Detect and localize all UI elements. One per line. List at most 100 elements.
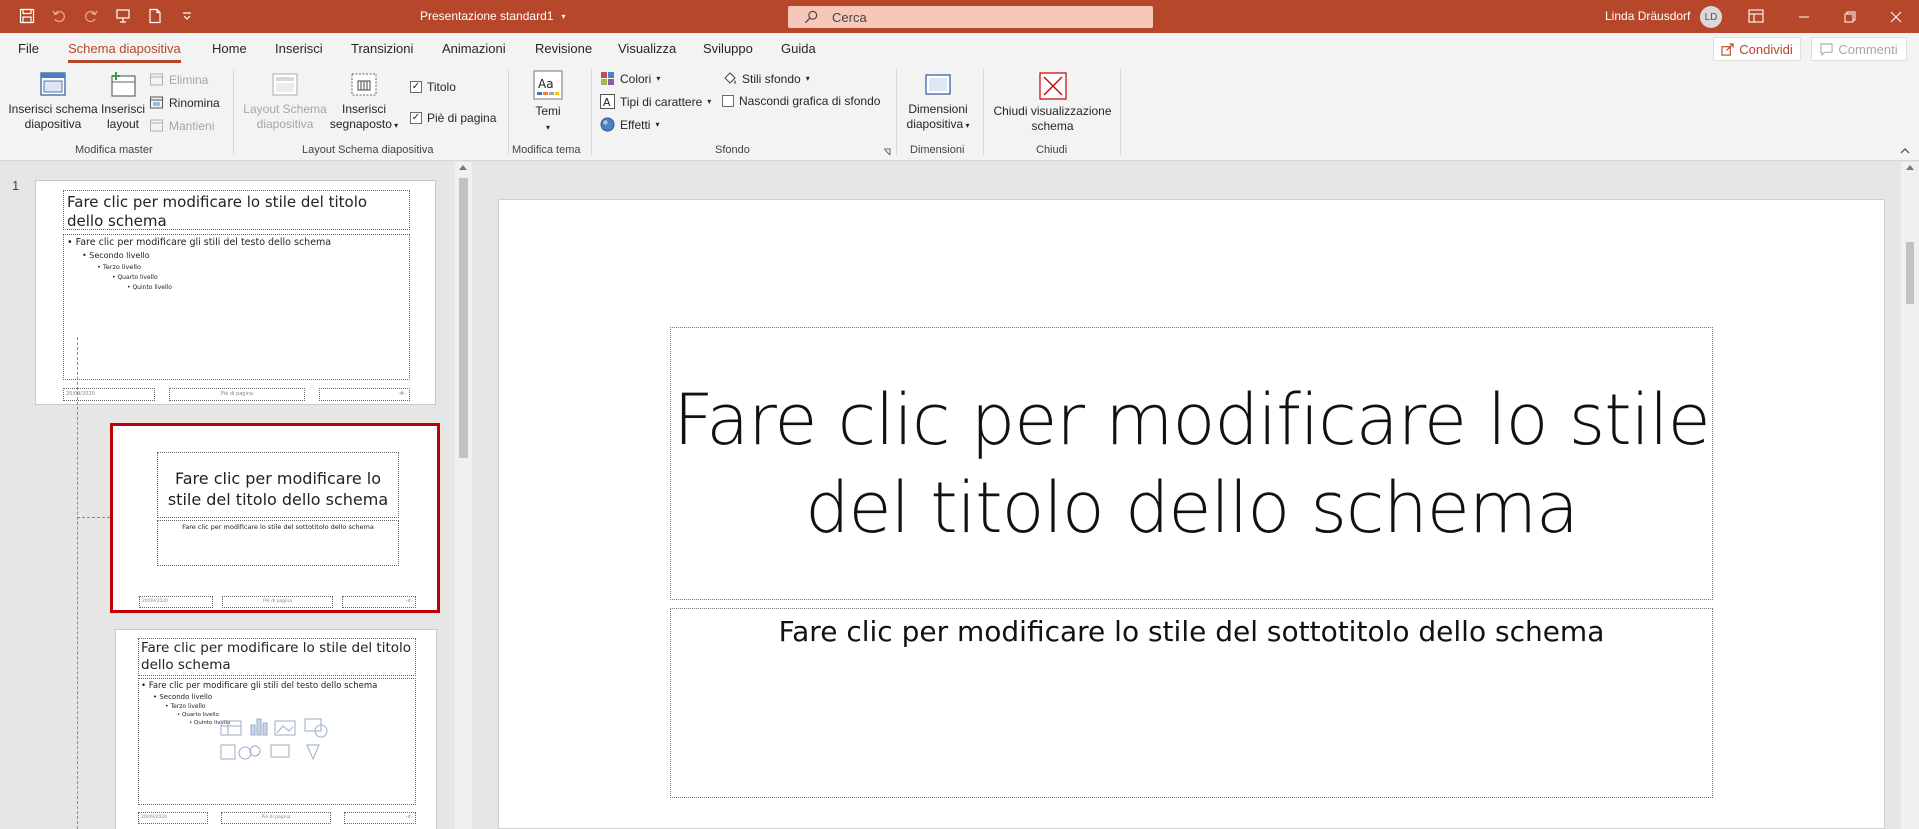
insert-placeholder-icon [351,73,377,96]
rename-button[interactable]: Rinomina [149,95,220,110]
chevron-down-icon: ▾ [707,97,712,106]
thumb-footer-center: Piè di pagina [221,812,331,824]
chevron-down-icon: ▾ [391,121,399,130]
fonts-button[interactable]: A Tipi di carattere ▾ [600,94,711,109]
dialog-launcher-icon[interactable] [883,148,891,156]
comment-icon [1820,42,1833,56]
tab-revisione[interactable]: Revisione [535,41,592,56]
hide-background-graphics-checkbox[interactable]: Nascondi grafica di sfondo [722,94,880,108]
checkbox-checked-icon: ✓ [410,112,422,124]
close-icon[interactable] [1873,0,1919,33]
footer-checkbox[interactable]: ✓ Piè di pagina [410,111,496,125]
quick-access-toolbar [18,7,196,25]
background-styles-button[interactable]: Stili sfondo ▾ [722,71,810,86]
layout-tree-line [77,337,78,829]
save-icon[interactable] [18,7,36,25]
ribbon-tabs: File Schema diapositiva Home Inserisci T… [0,33,1919,65]
thumb-body-placeholder: • Fare clic per modificare gli stili del… [138,678,416,805]
window-controls [1781,0,1919,33]
group-label-modifica-tema: Modifica tema [512,144,581,156]
checkbox-unchecked-icon [722,95,734,107]
paint-bucket-icon [724,72,736,84]
group-label-dimensioni: Dimensioni [910,144,965,156]
slide-editor: Fare clic per modificare lo stile del ti… [478,162,1898,829]
scrollbar-thumb[interactable] [1906,242,1914,304]
search-box[interactable] [788,6,1153,28]
group-separator [591,69,592,155]
tab-sviluppo[interactable]: Sviluppo [703,41,753,56]
share-button[interactable]: Condividi [1713,37,1801,61]
close-master-view-button[interactable]: Chiudi visualizzazione schema [990,71,1115,134]
undo-icon[interactable] [50,7,68,25]
thumb-title-placeholder: Fare clic per modificare lo stile del ti… [138,638,416,676]
chevron-down-icon: ▾ [963,121,970,130]
collapse-ribbon-icon[interactable] [1900,147,1910,155]
slide-thumbnails-pane: 1 Fare clic per modificare lo stile del … [0,162,472,829]
restore-icon[interactable] [1827,0,1873,33]
group-label-chiudi: Chiudi [1036,144,1068,156]
tab-transizioni[interactable]: Transizioni [351,41,413,56]
insert-slide-master-button[interactable]: Inserisci schema diapositiva [8,71,98,132]
fonts-icon: A [600,94,615,109]
ribbon-display-options-icon[interactable] [1748,9,1764,23]
new-file-icon[interactable] [146,7,164,25]
effects-button[interactable]: Effetti ▾ [600,117,659,132]
layout-tree-connector [77,517,110,518]
thumbnails-scrollbar[interactable] [455,162,472,829]
themes-button[interactable]: Aa Temi ▾ [520,69,576,135]
slide-size-button[interactable]: Dimensioni diapositiva ▾ [902,71,974,133]
preserve-button[interactable]: Mantieni [149,118,214,133]
effects-icon [600,117,615,132]
thumb-footer-date: 20/09/2020 [138,812,208,824]
tab-home[interactable]: Home [212,41,247,56]
colors-button[interactable]: Colori ▾ [600,71,660,86]
thumb-footer-num: ‹#› [344,812,416,824]
redo-icon[interactable] [82,7,100,25]
thumb-footer-num: ‹#› [342,596,416,608]
preserve-icon [150,119,163,132]
thumb-body-placeholder: • Fare clic per modificare gli stili del… [63,234,410,380]
thumb-footer-center: Piè di pagina [222,596,333,608]
tab-visualizza[interactable]: Visualizza [618,41,676,56]
scrollbar-thumb[interactable] [459,178,468,458]
thumbnail-layout-title-slide[interactable]: Fare clic per modificare lo stile del ti… [110,423,440,613]
thumbnail-slide-master[interactable]: Fare clic per modificare lo stile del ti… [35,180,436,405]
tab-file[interactable]: File [18,41,39,56]
chevron-down-icon: ▾ [561,11,566,21]
thumbnail-layout-title-content[interactable]: Fare clic per modificare lo stile del ti… [115,629,437,829]
editor-scrollbar[interactable] [1901,162,1919,829]
search-input[interactable] [832,9,1132,25]
close-master-icon [1038,72,1067,100]
user-name[interactable]: Linda Dräusdorf [1605,9,1690,23]
themes-icon: Aa [533,70,563,100]
group-label-sfondo: Sfondo [715,144,750,156]
ribbon: Inserisci schema diapositiva Inserisci l… [0,65,1919,161]
chevron-down-icon: ▾ [805,74,810,83]
tab-inserisci[interactable]: Inserisci [275,41,323,56]
delete-button[interactable]: Elimina [149,72,208,87]
tab-guida[interactable]: Guida [781,41,816,56]
layout-master-button[interactable]: Layout Schema diapositiva [240,71,330,132]
insert-layout-button[interactable]: Inserisci layout [100,71,146,132]
title-checkbox[interactable]: ✓ Titolo [410,80,456,94]
title-placeholder[interactable]: Fare clic per modificare lo stile del ti… [670,327,1713,600]
minimize-icon[interactable] [1781,0,1827,33]
delete-slide-icon [150,73,163,86]
customize-qat-icon[interactable] [178,7,196,25]
scroll-up-icon[interactable] [1906,165,1914,170]
tab-schema-diapositiva[interactable]: Schema diapositiva [68,41,181,63]
thumb-footer-date: 20/09/2020 [139,596,213,608]
avatar[interactable]: LD [1700,6,1722,28]
svg-text:A: A [603,96,611,109]
insert-placeholder-button[interactable]: Inserisci segnaposto ▾ [326,71,402,133]
document-title[interactable]: Presentazione standard1 ▾ [420,9,565,23]
tab-animazioni[interactable]: Animazioni [442,41,506,56]
comments-button[interactable]: Commenti [1811,37,1907,61]
start-slideshow-icon[interactable] [114,7,132,25]
slide-canvas[interactable]: Fare clic per modificare lo stile del ti… [498,199,1885,829]
scroll-up-icon[interactable] [459,165,467,170]
thumb-footer-center: Piè di pagina [169,388,305,401]
subtitle-placeholder[interactable]: Fare clic per modificare lo stile del so… [670,608,1713,798]
group-label-modifica-master: Modifica master [75,144,153,156]
group-separator [896,69,897,155]
